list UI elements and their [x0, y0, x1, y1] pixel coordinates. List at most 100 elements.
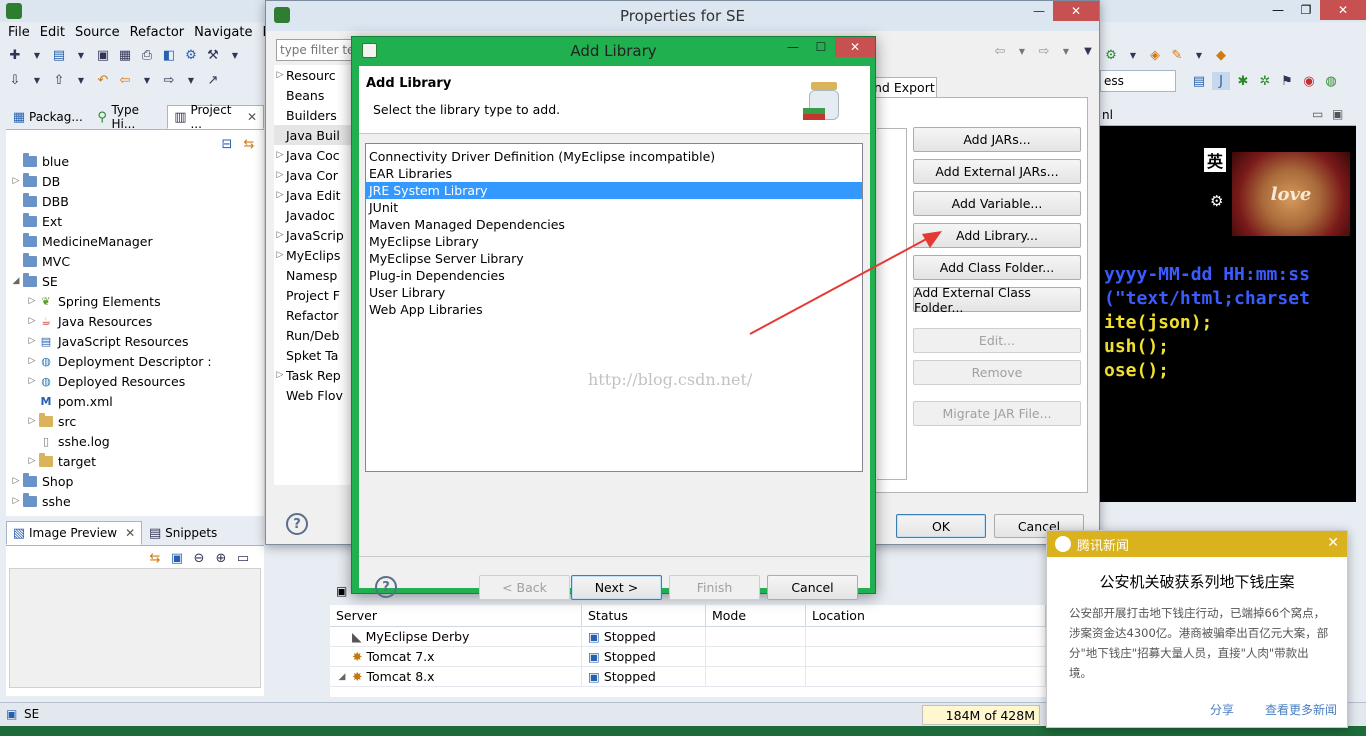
chevron-down-icon[interactable]: ▼: [182, 71, 200, 89]
tree-item[interactable]: ▯ sshe.log: [10, 431, 260, 451]
properties-nav-item[interactable]: Namesp: [274, 265, 354, 285]
expand-arrow-icon[interactable]: ▷: [26, 296, 38, 306]
expand-arrow-icon[interactable]: ▷: [274, 150, 286, 160]
finish-button[interactable]: Finish: [669, 575, 760, 600]
properties-nav-item[interactable]: Web Flov: [274, 385, 354, 405]
right-view-tab-label[interactable]: nl: [1102, 108, 1113, 122]
menu-refactor[interactable]: Refactor: [128, 25, 193, 40]
properties-nav-item[interactable]: ▷ Java Edit: [274, 185, 354, 205]
library-type-item[interactable]: JRE System Library: [366, 182, 862, 199]
zoom-in-icon[interactable]: ⊕: [212, 549, 230, 567]
chevron-down-icon[interactable]: ▼: [226, 46, 244, 64]
menu-edit[interactable]: Edit: [38, 25, 73, 40]
properties-nav-item[interactable]: Javadoc: [274, 205, 354, 225]
chevron-down-icon[interactable]: ▼: [72, 71, 90, 89]
gear-icon[interactable]: ⚙: [1210, 192, 1226, 210]
myeclipse-perspective-icon[interactable]: ✲: [1256, 72, 1274, 90]
tab-type-hierarchy[interactable]: ⚲ Type Hi...: [90, 103, 168, 131]
tree-item[interactable]: Mpom.xml: [10, 391, 260, 411]
chevron-down-icon[interactable]: ▼: [1057, 42, 1075, 60]
table-row[interactable]: ◣ MyEclipse Derby ▣ Stopped: [330, 627, 1046, 647]
expand-arrow-icon[interactable]: ▷: [26, 416, 38, 426]
tree-item[interactable]: MVC: [10, 251, 260, 271]
more-news-link[interactable]: 查看更多新闻: [1265, 701, 1337, 718]
tree-item[interactable]: DBB: [10, 191, 260, 211]
run-icon[interactable]: ⚙: [1102, 46, 1120, 64]
properties-nav-item[interactable]: Java Buil: [274, 125, 354, 145]
close-icon[interactable]: ✕: [1053, 1, 1099, 21]
view-menu-icon[interactable]: ▼: [1079, 42, 1097, 60]
properties-nav-item[interactable]: Refactor: [274, 305, 354, 325]
tree-item[interactable]: ▷ ▤ JavaScript Resources: [10, 331, 260, 351]
new-wizard-icon[interactable]: ▤: [50, 46, 68, 64]
maximize-icon[interactable]: ▣: [1332, 107, 1343, 121]
code-editor[interactable]: yyyy-MM-dd HH:mm:ss ("text/html;charset it…: [1100, 126, 1356, 502]
cancel-button[interactable]: Cancel: [767, 575, 858, 600]
menu-source[interactable]: Source: [73, 25, 128, 40]
debug-perspective-icon[interactable]: ✱: [1234, 72, 1252, 90]
table-row[interactable]: ◢ ✸ Tomcat 8.x ▣ Stopped: [330, 667, 1046, 687]
share-link[interactable]: 分享: [1210, 701, 1234, 718]
db-perspective-icon[interactable]: ◉: [1300, 72, 1318, 90]
open-type-icon[interactable]: ◈: [1146, 46, 1164, 64]
forward-icon[interactable]: ⇨: [160, 71, 178, 89]
next-button[interactable]: Next >: [571, 575, 662, 600]
web-perspective-icon[interactable]: ◍: [1322, 72, 1340, 90]
heap-status[interactable]: 184M of 428M: [922, 705, 1040, 725]
properties-nav-item[interactable]: Run/Deb: [274, 325, 354, 345]
expand-arrow-icon[interactable]: ▷: [274, 70, 286, 80]
expand-arrow-icon[interactable]: ▷: [274, 230, 286, 240]
tree-item[interactable]: blue: [10, 151, 260, 171]
maximize-icon[interactable]: ❐: [1292, 0, 1320, 20]
properties-nav-item[interactable]: Spket Ta: [274, 345, 354, 365]
tree-item[interactable]: ▷ ◍ Deployment Descriptor :: [10, 351, 260, 371]
build-path-button[interactable]: Migrate JAR File...: [913, 401, 1081, 426]
expand-arrow-icon[interactable]: ▷: [10, 476, 22, 486]
print-icon[interactable]: ⎙: [138, 46, 156, 64]
pin-editor-icon[interactable]: ↗: [204, 71, 222, 89]
open-folder-icon[interactable]: ◆: [1212, 46, 1230, 64]
tree-item[interactable]: ▷ ☕ Java Resources: [10, 311, 260, 331]
minimize-icon[interactable]: —: [1264, 0, 1292, 20]
team-perspective-icon[interactable]: ⚑: [1278, 72, 1296, 90]
chevron-down-icon[interactable]: ▼: [1013, 42, 1031, 60]
properties-nav-item[interactable]: ▷ MyEclips: [274, 245, 354, 265]
properties-nav-item[interactable]: Builders: [274, 105, 354, 125]
minimize-icon[interactable]: —: [1025, 1, 1053, 21]
close-icon[interactable]: ✕: [247, 110, 257, 124]
quick-access-input[interactable]: ess: [1100, 70, 1176, 92]
back-icon[interactable]: ⇦: [116, 71, 134, 89]
forward-icon[interactable]: ⇨: [1035, 42, 1053, 60]
chevron-down-icon[interactable]: ▼: [138, 71, 156, 89]
open-perspective-icon[interactable]: ▤: [1190, 72, 1208, 90]
chevron-down-icon[interactable]: ▼: [28, 71, 46, 89]
last-edit-icon[interactable]: ↶: [94, 71, 112, 89]
tab-order-and-export[interactable]: nd Export: [871, 77, 937, 98]
expand-arrow-icon[interactable]: ▷: [26, 456, 38, 466]
expand-arrow-icon[interactable]: ▷: [10, 496, 22, 506]
save-all-icon[interactable]: ▦: [116, 46, 134, 64]
help-icon[interactable]: ?: [375, 576, 397, 598]
back-button[interactable]: < Back: [479, 575, 570, 600]
expand-arrow-icon[interactable]: ▷: [26, 376, 38, 386]
tree-item[interactable]: ▷ target: [10, 451, 260, 471]
tree-item[interactable]: ▷ Shop: [10, 471, 260, 491]
prev-annotation-icon[interactable]: ⇧: [50, 71, 68, 89]
column-header-mode[interactable]: Mode: [706, 605, 806, 626]
actual-size-icon[interactable]: ▭: [234, 549, 252, 567]
build-path-button[interactable]: Remove: [913, 360, 1081, 385]
sync-icon[interactable]: ⇆: [146, 549, 164, 567]
properties-nav-item[interactable]: ▷ JavaScrip: [274, 225, 354, 245]
tree-item[interactable]: ▷ sshe: [10, 491, 260, 511]
expand-arrow-icon[interactable]: ▷: [26, 336, 38, 346]
tree-item[interactable]: ▷ DB: [10, 171, 260, 191]
expand-arrow-icon[interactable]: ▷: [274, 250, 286, 260]
maximize-icon[interactable]: ☐: [807, 37, 835, 57]
build-path-button[interactable]: Add External JARs...: [913, 159, 1081, 184]
save-icon[interactable]: ▣: [94, 46, 112, 64]
library-type-item[interactable]: JUnit: [366, 199, 862, 216]
properties-nav-item[interactable]: ▷ Java Coc: [274, 145, 354, 165]
library-type-item[interactable]: Connectivity Driver Definition (MyEclips…: [366, 148, 862, 165]
tab-image-preview[interactable]: ▧ Image Preview ✕: [6, 521, 143, 545]
chevron-down-icon[interactable]: ▼: [1190, 46, 1208, 64]
